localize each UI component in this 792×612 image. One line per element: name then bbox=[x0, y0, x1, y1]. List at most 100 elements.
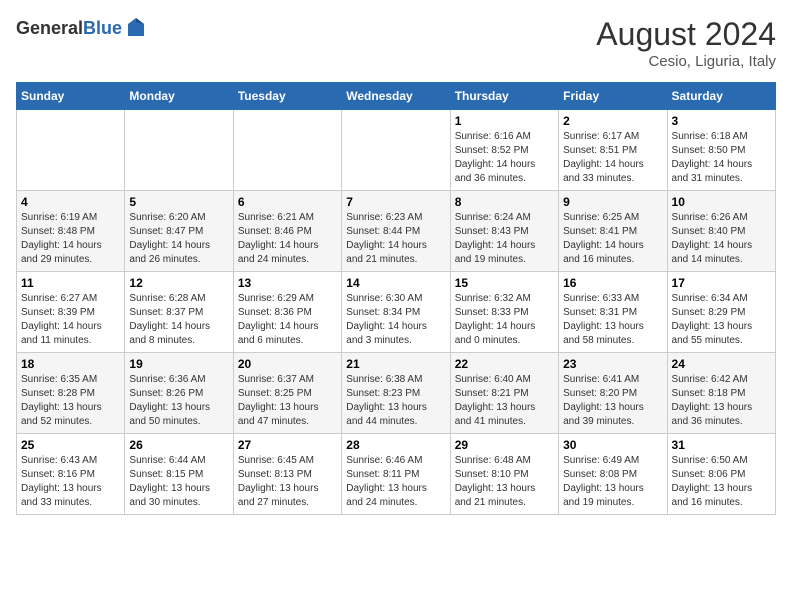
calendar-cell: 5 Sunrise: 6:20 AM Sunset: 8:47 PM Daylig… bbox=[125, 191, 233, 272]
calendar-cell: 1 Sunrise: 6:16 AM Sunset: 8:52 PM Daylig… bbox=[450, 110, 558, 191]
day-info: Sunrise: 6:33 AM Sunset: 8:31 PM Dayligh… bbox=[563, 292, 662, 348]
calendar-week-row: 4 Sunrise: 6:19 AM Sunset: 8:48 PM Daylig… bbox=[17, 191, 776, 272]
calendar-cell: 19 Sunrise: 6:36 AM Sunset: 8:26 PM Dayli… bbox=[125, 353, 233, 434]
day-header-thursday: Thursday bbox=[450, 83, 558, 110]
day-info: Sunrise: 6:35 AM Sunset: 8:28 PM Dayligh… bbox=[21, 373, 120, 429]
day-number: 17 bbox=[672, 276, 771, 290]
calendar-cell bbox=[125, 110, 233, 191]
calendar-cell: 14Sunrise: 6:30 AM Sunset: 8:34 PM Dayli… bbox=[342, 272, 450, 353]
calendar-cell: 16 Sunrise: 6:33 AM Sunset: 8:31 PM Dayli… bbox=[559, 272, 667, 353]
day-info: Sunrise: 6:45 AM Sunset: 8:13 PM Dayligh… bbox=[238, 454, 337, 510]
day-info: Sunrise: 6:26 AM Sunset: 8:40 PM Dayligh… bbox=[672, 211, 771, 267]
month-year: August 2024 bbox=[596, 16, 776, 53]
day-number: 12 bbox=[129, 276, 228, 290]
day-number: 6 bbox=[238, 195, 337, 209]
day-number: 3 bbox=[672, 114, 771, 128]
day-number: 20 bbox=[238, 357, 337, 371]
day-info: Sunrise: 6:38 AM Sunset: 8:23 PM Dayligh… bbox=[346, 373, 445, 429]
calendar-week-row: 18 Sunrise: 6:35 AM Sunset: 8:28 PM Dayli… bbox=[17, 353, 776, 434]
day-number: 4 bbox=[21, 195, 120, 209]
calendar-week-row: 11Sunrise: 6:27 AM Sunset: 8:39 PM Dayli… bbox=[17, 272, 776, 353]
day-info: Sunrise: 6:48 AM Sunset: 8:10 PM Dayligh… bbox=[455, 454, 554, 510]
calendar-cell: 29 Sunrise: 6:48 AM Sunset: 8:10 PM Dayli… bbox=[450, 434, 558, 515]
day-number: 2 bbox=[563, 114, 662, 128]
calendar-header-row: SundayMondayTuesdayWednesdayThursdayFrid… bbox=[17, 83, 776, 110]
day-number: 15 bbox=[455, 276, 554, 290]
day-number: 13 bbox=[238, 276, 337, 290]
day-info: Sunrise: 6:42 AM Sunset: 8:18 PM Dayligh… bbox=[672, 373, 771, 429]
calendar-cell: 10 Sunrise: 6:26 AM Sunset: 8:40 PM Dayli… bbox=[667, 191, 775, 272]
day-number: 28 bbox=[346, 438, 445, 452]
day-number: 9 bbox=[563, 195, 662, 209]
day-number: 14 bbox=[346, 276, 445, 290]
day-info: Sunrise: 6:16 AM Sunset: 8:52 PM Dayligh… bbox=[455, 130, 554, 186]
calendar-cell bbox=[342, 110, 450, 191]
calendar-cell bbox=[17, 110, 125, 191]
calendar-cell: 15 Sunrise: 6:32 AM Sunset: 8:33 PM Dayli… bbox=[450, 272, 558, 353]
day-info: Sunrise: 6:32 AM Sunset: 8:33 PM Dayligh… bbox=[455, 292, 554, 348]
calendar-cell: 18 Sunrise: 6:35 AM Sunset: 8:28 PM Dayli… bbox=[17, 353, 125, 434]
calendar-cell: 6 Sunrise: 6:21 AM Sunset: 8:46 PM Daylig… bbox=[233, 191, 341, 272]
day-number: 5 bbox=[129, 195, 228, 209]
day-number: 19 bbox=[129, 357, 228, 371]
day-number: 18 bbox=[21, 357, 120, 371]
calendar-cell: 28Sunrise: 6:46 AM Sunset: 8:11 PM Dayli… bbox=[342, 434, 450, 515]
day-info: Sunrise: 6:44 AM Sunset: 8:15 PM Dayligh… bbox=[129, 454, 228, 510]
day-number: 27 bbox=[238, 438, 337, 452]
day-number: 29 bbox=[455, 438, 554, 452]
day-number: 10 bbox=[672, 195, 771, 209]
calendar-cell: 26 Sunrise: 6:44 AM Sunset: 8:15 PM Dayli… bbox=[125, 434, 233, 515]
day-header-wednesday: Wednesday bbox=[342, 83, 450, 110]
calendar-cell: 8 Sunrise: 6:24 AM Sunset: 8:43 PM Daylig… bbox=[450, 191, 558, 272]
day-info: Sunrise: 6:20 AM Sunset: 8:47 PM Dayligh… bbox=[129, 211, 228, 267]
title-block: August 2024 Cesio, Liguria, Italy bbox=[596, 16, 776, 70]
day-info: Sunrise: 6:27 AM Sunset: 8:39 PM Dayligh… bbox=[21, 292, 120, 348]
day-number: 23 bbox=[563, 357, 662, 371]
day-number: 8 bbox=[455, 195, 554, 209]
day-info: Sunrise: 6:28 AM Sunset: 8:37 PM Dayligh… bbox=[129, 292, 228, 348]
day-number: 26 bbox=[129, 438, 228, 452]
day-info: Sunrise: 6:34 AM Sunset: 8:29 PM Dayligh… bbox=[672, 292, 771, 348]
calendar-cell: 4 Sunrise: 6:19 AM Sunset: 8:48 PM Daylig… bbox=[17, 191, 125, 272]
day-info: Sunrise: 6:43 AM Sunset: 8:16 PM Dayligh… bbox=[21, 454, 120, 510]
day-info: Sunrise: 6:18 AM Sunset: 8:50 PM Dayligh… bbox=[672, 130, 771, 186]
calendar-cell: 25Sunrise: 6:43 AM Sunset: 8:16 PM Dayli… bbox=[17, 434, 125, 515]
calendar-cell: 9 Sunrise: 6:25 AM Sunset: 8:41 PM Daylig… bbox=[559, 191, 667, 272]
day-header-friday: Friday bbox=[559, 83, 667, 110]
calendar-cell: 12 Sunrise: 6:28 AM Sunset: 8:37 PM Dayli… bbox=[125, 272, 233, 353]
day-info: Sunrise: 6:36 AM Sunset: 8:26 PM Dayligh… bbox=[129, 373, 228, 429]
day-info: Sunrise: 6:49 AM Sunset: 8:08 PM Dayligh… bbox=[563, 454, 662, 510]
day-info: Sunrise: 6:25 AM Sunset: 8:41 PM Dayligh… bbox=[563, 211, 662, 267]
calendar-cell: 11Sunrise: 6:27 AM Sunset: 8:39 PM Dayli… bbox=[17, 272, 125, 353]
day-number: 1 bbox=[455, 114, 554, 128]
logo: GeneralBlue bbox=[16, 16, 148, 40]
calendar-cell: 31Sunrise: 6:50 AM Sunset: 8:06 PM Dayli… bbox=[667, 434, 775, 515]
day-number: 22 bbox=[455, 357, 554, 371]
day-header-saturday: Saturday bbox=[667, 83, 775, 110]
day-info: Sunrise: 6:40 AM Sunset: 8:21 PM Dayligh… bbox=[455, 373, 554, 429]
calendar-cell: 22 Sunrise: 6:40 AM Sunset: 8:21 PM Dayli… bbox=[450, 353, 558, 434]
calendar-cell: 23 Sunrise: 6:41 AM Sunset: 8:20 PM Dayli… bbox=[559, 353, 667, 434]
calendar-cell: 27 Sunrise: 6:45 AM Sunset: 8:13 PM Dayli… bbox=[233, 434, 341, 515]
day-info: Sunrise: 6:19 AM Sunset: 8:48 PM Dayligh… bbox=[21, 211, 120, 267]
day-header-monday: Monday bbox=[125, 83, 233, 110]
calendar-cell: 13Sunrise: 6:29 AM Sunset: 8:36 PM Dayli… bbox=[233, 272, 341, 353]
logo-blue: Blue bbox=[83, 18, 122, 38]
day-info: Sunrise: 6:41 AM Sunset: 8:20 PM Dayligh… bbox=[563, 373, 662, 429]
day-number: 30 bbox=[563, 438, 662, 452]
calendar-cell bbox=[233, 110, 341, 191]
day-number: 16 bbox=[563, 276, 662, 290]
day-info: Sunrise: 6:24 AM Sunset: 8:43 PM Dayligh… bbox=[455, 211, 554, 267]
calendar-cell: 2Sunrise: 6:17 AM Sunset: 8:51 PM Daylig… bbox=[559, 110, 667, 191]
logo-text: GeneralBlue bbox=[16, 18, 122, 39]
logo-icon bbox=[124, 16, 148, 40]
day-number: 21 bbox=[346, 357, 445, 371]
calendar-cell: 17 Sunrise: 6:34 AM Sunset: 8:29 PM Dayli… bbox=[667, 272, 775, 353]
page-header: GeneralBlue August 2024 Cesio, Liguria, … bbox=[16, 16, 776, 70]
day-number: 24 bbox=[672, 357, 771, 371]
calendar-cell: 20Sunrise: 6:37 AM Sunset: 8:25 PM Dayli… bbox=[233, 353, 341, 434]
calendar-table: SundayMondayTuesdayWednesdayThursdayFrid… bbox=[16, 82, 776, 515]
day-info: Sunrise: 6:50 AM Sunset: 8:06 PM Dayligh… bbox=[672, 454, 771, 510]
calendar-week-row: 1 Sunrise: 6:16 AM Sunset: 8:52 PM Daylig… bbox=[17, 110, 776, 191]
day-info: Sunrise: 6:21 AM Sunset: 8:46 PM Dayligh… bbox=[238, 211, 337, 267]
